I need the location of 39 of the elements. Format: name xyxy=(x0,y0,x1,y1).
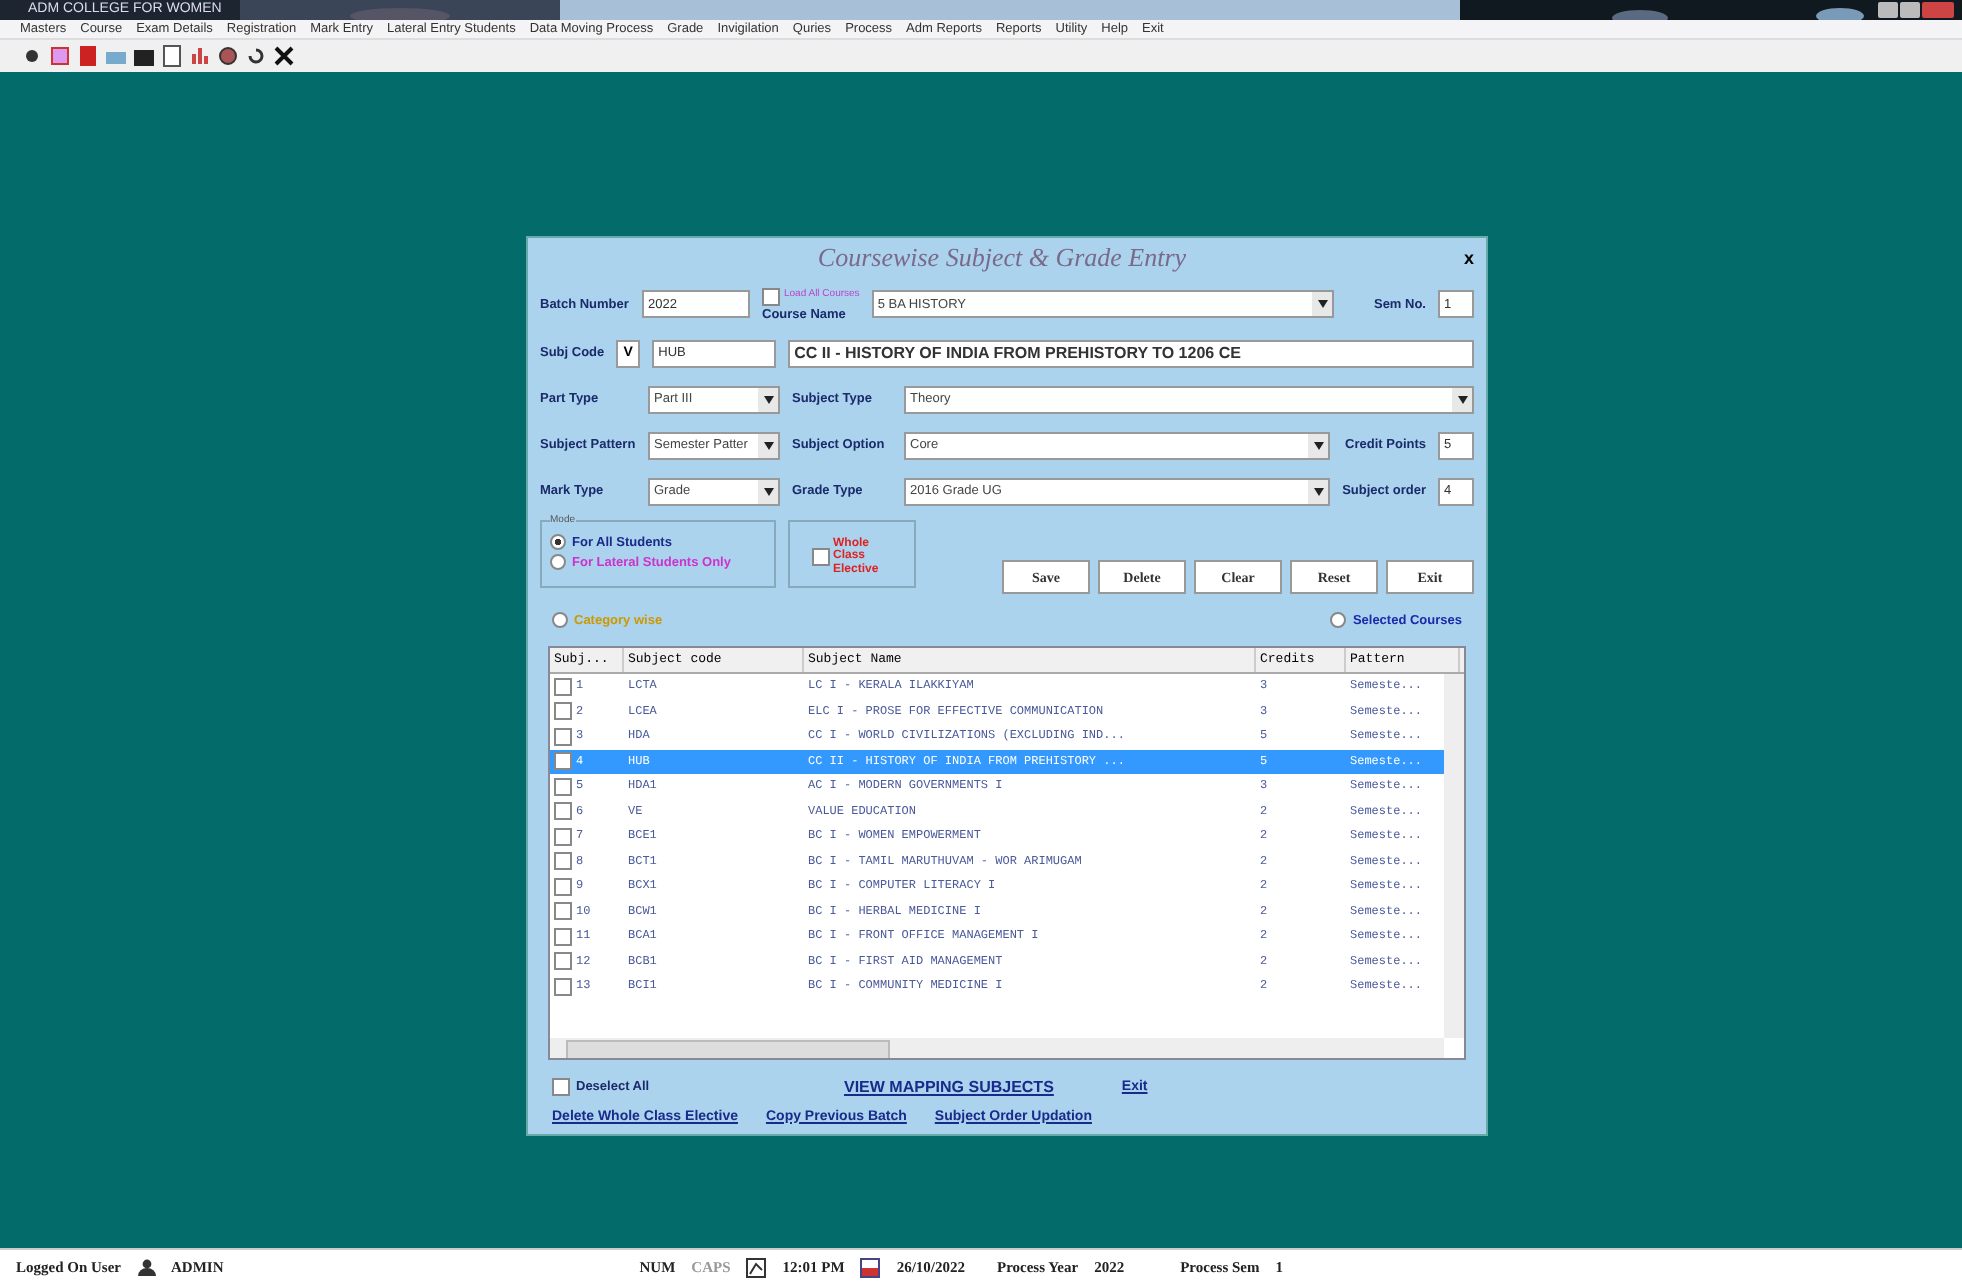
checkbox[interactable] xyxy=(811,548,829,566)
radio-button[interactable] xyxy=(550,534,566,550)
clock-icon xyxy=(746,1257,767,1277)
link[interactable]: VIEW MAPPING SUBJECTS xyxy=(844,1077,1054,1095)
dialog-title: Coursewise Subject & Grade Entry xyxy=(815,242,1189,274)
user-icon xyxy=(137,1258,155,1276)
checkbox[interactable] xyxy=(554,677,572,696)
refresh-icon[interactable] xyxy=(244,44,268,68)
form-icon[interactable] xyxy=(48,44,72,68)
checkbox[interactable] xyxy=(554,902,572,921)
dropdown-arrow-icon xyxy=(763,395,773,403)
chart-icon[interactable] xyxy=(188,44,212,68)
dropdown-arrow-icon xyxy=(1313,487,1323,495)
checkbox[interactable] xyxy=(554,852,572,871)
radio-button[interactable] xyxy=(1330,612,1347,628)
checkbox[interactable] xyxy=(554,702,572,721)
dropdown-arrow-icon xyxy=(763,441,773,449)
checkbox[interactable] xyxy=(554,927,572,946)
calendar-icon xyxy=(860,1257,881,1277)
checkbox[interactable] xyxy=(554,752,572,771)
subject-name-field[interactable]: CC II - HISTORY OF INDIA FROM PREHISTORY TO 1206 CE xyxy=(788,339,1474,367)
checkbox[interactable] xyxy=(554,727,572,746)
checkbox[interactable] xyxy=(554,977,572,996)
checkbox[interactable] xyxy=(552,1077,570,1095)
checkbox[interactable] xyxy=(762,287,780,305)
checkbox[interactable] xyxy=(554,952,572,971)
dropdown-arrow-icon xyxy=(1317,300,1327,308)
checkbox[interactable] xyxy=(554,802,572,821)
dropdown-arrow-icon xyxy=(763,487,773,495)
close-button[interactable]: x xyxy=(1463,248,1474,268)
close-icon[interactable] xyxy=(272,44,296,68)
checkbox[interactable] xyxy=(554,877,572,896)
checkbox[interactable] xyxy=(554,777,572,796)
radio-button[interactable] xyxy=(552,612,568,628)
dropdown-arrow-icon xyxy=(1313,441,1323,449)
doc-icon[interactable] xyxy=(160,44,184,68)
checkbox[interactable] xyxy=(554,827,572,846)
dropdown-arrow-icon xyxy=(1457,395,1467,403)
radio-button[interactable] xyxy=(550,554,566,570)
